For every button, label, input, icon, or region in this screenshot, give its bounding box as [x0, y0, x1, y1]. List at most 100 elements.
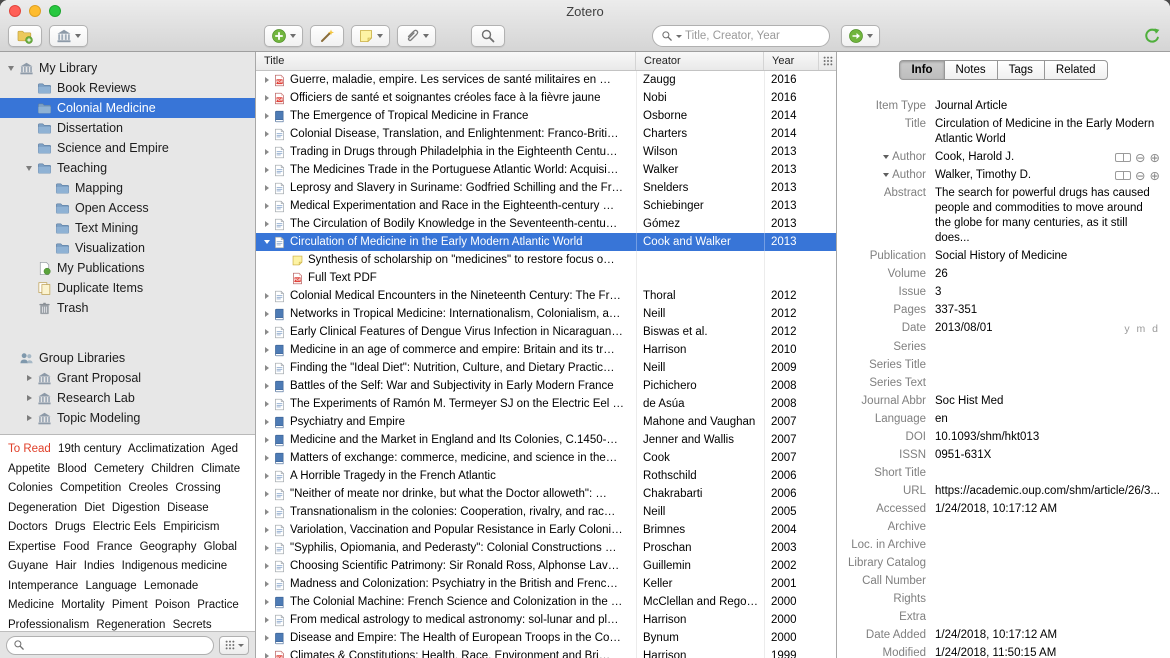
author-options-caret-icon[interactable]: [883, 154, 890, 159]
column-header-year[interactable]: Year: [764, 52, 819, 70]
field-value-item-type[interactable]: Journal Article: [935, 99, 1160, 114]
tag-children[interactable]: Children: [151, 463, 194, 475]
new-library-button[interactable]: [49, 25, 88, 47]
column-picker-button[interactable]: [819, 52, 836, 70]
field-value-title[interactable]: Circulation of Medicine in the Early Mod…: [935, 117, 1160, 147]
tag-diet[interactable]: Diet: [84, 502, 104, 514]
item-row[interactable]: Medical Experimentation and Race in the …: [256, 197, 836, 215]
disclosure-triangle-icon[interactable]: [260, 470, 273, 483]
disclosure-triangle-icon[interactable]: [260, 434, 273, 447]
item-row[interactable]: Colonial Disease, Translation, and Enlig…: [256, 125, 836, 143]
disclosure-triangle-icon[interactable]: [4, 61, 18, 75]
tag-indies[interactable]: Indies: [84, 560, 115, 572]
disclosure-triangle-icon[interactable]: [260, 380, 273, 393]
sidebar-item-research-lab[interactable]: Research Lab: [0, 388, 255, 408]
tag-piment[interactable]: Piment: [112, 599, 148, 611]
tag-doctors[interactable]: Doctors: [8, 521, 48, 533]
disclosure-triangle-icon[interactable]: [22, 391, 36, 405]
disclosure-triangle-icon[interactable]: [22, 371, 36, 385]
tag-secrets[interactable]: Secrets: [173, 619, 212, 631]
switch-field-mode-button[interactable]: [1115, 152, 1132, 162]
disclosure-triangle-icon[interactable]: [260, 218, 273, 231]
item-row[interactable]: Variolation, Vaccination and Popular Res…: [256, 521, 836, 539]
add-creator-button[interactable]: ⊕: [1150, 151, 1160, 164]
field-value-doi[interactable]: 10.1093/shm/hkt013: [935, 430, 1160, 445]
quick-search-field[interactable]: [652, 25, 830, 47]
tag-drugs[interactable]: Drugs: [55, 521, 86, 533]
field-value-abstract[interactable]: The search for powerful drugs has caused…: [935, 186, 1160, 246]
field-value-url[interactable]: https://academic.oup.com/shm/article/26/…: [935, 484, 1160, 499]
field-value-issn[interactable]: 0951-631X: [935, 448, 1160, 463]
sidebar-item-visualization[interactable]: Visualization: [0, 238, 255, 258]
sidebar-item-grant-proposal[interactable]: Grant Proposal: [0, 368, 255, 388]
field-value-modified[interactable]: 1/24/2018, 11:50:15 AM: [935, 646, 1160, 658]
new-note-button[interactable]: [351, 25, 390, 47]
sidebar-item-dissertation[interactable]: Dissertation: [0, 118, 255, 138]
disclosure-triangle-icon[interactable]: [260, 362, 273, 375]
tag-search-field[interactable]: [6, 635, 214, 655]
disclosure-triangle-icon[interactable]: [260, 74, 273, 87]
field-value-date[interactable]: 2013/08/01: [935, 321, 1116, 336]
item-row[interactable]: Early Clinical Features of Dengue Virus …: [256, 323, 836, 341]
sync-button[interactable]: [1143, 27, 1161, 45]
tag-guyane[interactable]: Guyane: [8, 560, 48, 572]
disclosure-triangle-icon[interactable]: [260, 506, 273, 519]
tag-aged[interactable]: Aged: [211, 443, 238, 455]
item-row[interactable]: Medicine and the Market in England and I…: [256, 431, 836, 449]
item-row[interactable]: Colonial Medical Encounters in the Ninet…: [256, 287, 836, 305]
sidebar-item-colonial-medicine[interactable]: Colonial Medicine: [0, 98, 255, 118]
sidebar-item-my-library[interactable]: My Library: [0, 58, 255, 78]
tag-indigenous-medicine[interactable]: Indigenous medicine: [122, 560, 228, 572]
disclosure-triangle-icon[interactable]: [260, 542, 273, 555]
field-label-author[interactable]: Author: [843, 150, 935, 165]
tag-expertise[interactable]: Expertise: [8, 541, 56, 553]
item-row[interactable]: Leprosy and Slavery in Suriname: Godfrie…: [256, 179, 836, 197]
switch-field-mode-button[interactable]: [1115, 170, 1132, 180]
child-attachment-row[interactable]: Full Text PDF: [256, 269, 836, 287]
item-row[interactable]: Circulation of Medicine in the Early Mod…: [256, 233, 836, 251]
item-row[interactable]: Choosing Scientific Patrimony: Sir Ronal…: [256, 557, 836, 575]
item-row[interactable]: Guerre, maladie, empire. Les services de…: [256, 71, 836, 89]
column-header-creator[interactable]: Creator: [636, 52, 764, 70]
field-value-volume[interactable]: 26: [935, 267, 1160, 282]
sidebar-item-duplicate-items[interactable]: Duplicate Items: [0, 278, 255, 298]
column-header-title[interactable]: Title: [256, 52, 636, 70]
item-row[interactable]: The Experiments of Ramón M. Termeyer SJ …: [256, 395, 836, 413]
item-row[interactable]: Battles of the Self: War and Subjectivit…: [256, 377, 836, 395]
disclosure-triangle-icon[interactable]: [260, 236, 273, 249]
new-item-button[interactable]: [264, 25, 303, 47]
field-value-date-added[interactable]: 1/24/2018, 10:17:12 AM: [935, 628, 1160, 643]
item-row[interactable]: Networks in Tropical Medicine: Internati…: [256, 305, 836, 323]
remove-creator-button[interactable]: ⊖: [1135, 169, 1145, 182]
disclosure-triangle-icon[interactable]: [260, 182, 273, 195]
tag-global[interactable]: Global: [204, 541, 237, 553]
disclosure-triangle-icon[interactable]: [260, 596, 273, 609]
tag-regeneration[interactable]: Regeneration: [96, 619, 165, 631]
tag-language[interactable]: Language: [86, 580, 137, 592]
item-row[interactable]: Psychiatry and Empire Mahone and Vaughan 2…: [256, 413, 836, 431]
tag-medicine[interactable]: Medicine: [8, 599, 54, 611]
field-value-loc-in-archive[interactable]: [935, 538, 1160, 553]
minimize-button[interactable]: [29, 5, 41, 17]
tab-tags[interactable]: Tags: [996, 60, 1045, 80]
tab-info[interactable]: Info: [899, 60, 945, 80]
sidebar-item-mapping[interactable]: Mapping: [0, 178, 255, 198]
disclosure-triangle-icon[interactable]: [22, 161, 36, 175]
item-row[interactable]: Transnationalism in the colonies: Cooper…: [256, 503, 836, 521]
item-row[interactable]: Medicine in an age of commerce and empir…: [256, 341, 836, 359]
item-row[interactable]: The Circulation of Bodily Knowledge in t…: [256, 215, 836, 233]
item-row[interactable]: Trading in Drugs through Philadelphia in…: [256, 143, 836, 161]
disclosure-triangle-icon[interactable]: [260, 398, 273, 411]
sidebar-item-trash[interactable]: Trash: [0, 298, 255, 318]
sidebar-item-teaching[interactable]: Teaching: [0, 158, 255, 178]
zoom-button[interactable]: [49, 5, 61, 17]
tag-appetite[interactable]: Appetite: [8, 463, 50, 475]
disclosure-triangle-icon[interactable]: [260, 92, 273, 105]
tag-19th-century[interactable]: 19th century: [58, 443, 121, 455]
add-creator-button[interactable]: ⊕: [1150, 169, 1160, 182]
item-row[interactable]: Finding the "Ideal Diet": Nutrition, Cul…: [256, 359, 836, 377]
tag-mortality[interactable]: Mortality: [61, 599, 104, 611]
titlebar[interactable]: Zotero: [0, 0, 1170, 22]
tag-professionalism[interactable]: Professionalism: [8, 619, 89, 631]
field-value-series-title[interactable]: [935, 358, 1160, 373]
